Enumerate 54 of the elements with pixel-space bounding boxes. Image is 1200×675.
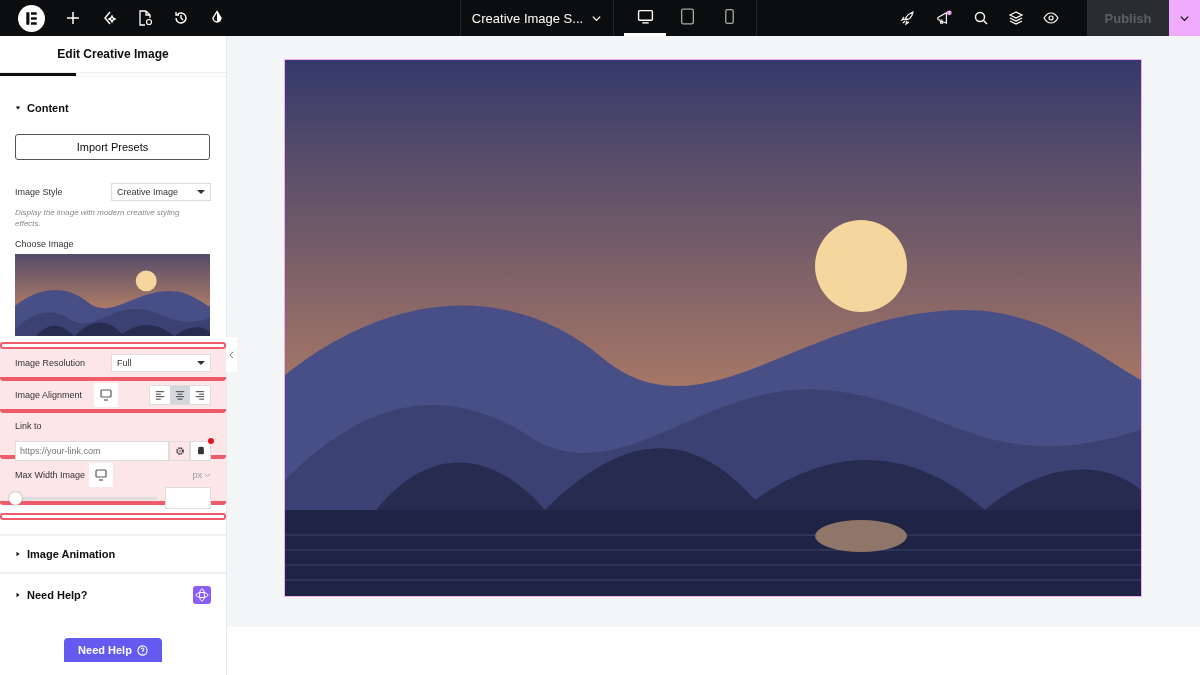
field-label: Image Resolution — [15, 358, 86, 368]
history-icon[interactable] — [173, 10, 189, 26]
layers-icon[interactable] — [1008, 10, 1024, 26]
caret-right-icon — [15, 551, 21, 557]
gear-icon — [174, 446, 185, 456]
align-center-icon — [175, 390, 185, 400]
align-right-icon — [195, 390, 205, 400]
field-label: Max Width Image — [15, 470, 86, 480]
section-header[interactable]: Need Help? — [0, 572, 226, 616]
field-label: Link to — [15, 421, 42, 431]
caret-right-icon — [15, 592, 21, 598]
section-header[interactable]: Image Animation — [0, 534, 226, 572]
chevron-down-icon — [204, 471, 211, 479]
atom-icon[interactable] — [193, 586, 211, 604]
link-input-field[interactable]: https://your-link.com — [15, 441, 169, 461]
sparkle-icon[interactable] — [101, 10, 117, 26]
page-settings-icon[interactable] — [137, 10, 153, 26]
database-icon — [195, 446, 206, 456]
tablet-icon — [678, 8, 696, 25]
notification-dot-icon — [208, 438, 214, 444]
align-left-button[interactable] — [150, 386, 170, 404]
logo-icon[interactable] — [18, 4, 45, 32]
desktop-icon — [636, 8, 654, 25]
desktop-icon[interactable] — [89, 463, 114, 487]
align-center-button[interactable] — [170, 386, 190, 404]
search-icon[interactable] — [973, 10, 989, 26]
megaphone-icon[interactable] — [935, 9, 954, 27]
slider-handle[interactable] — [9, 491, 22, 505]
image-resolution-select[interactable]: Full — [111, 354, 211, 372]
document-title-button[interactable]: Creative Image S... — [461, 0, 613, 36]
panel-title: Edit Creative Image — [56, 46, 170, 63]
need-help-button[interactable]: Need Help — [64, 638, 162, 662]
caret-down-icon — [15, 105, 21, 111]
align-right-button[interactable] — [190, 386, 210, 404]
chevron-left-icon — [229, 350, 234, 359]
drop-icon[interactable] — [209, 10, 225, 26]
image-style-select[interactable]: Creative Image — [111, 183, 211, 201]
section-header[interactable]: Content — [0, 77, 226, 126]
import-presets-button[interactable]: Import Presets — [15, 134, 210, 160]
field-label: Choose Image — [15, 239, 75, 249]
dynamic-tags-button[interactable] — [190, 441, 211, 461]
align-left-icon — [155, 390, 165, 400]
eye-icon[interactable] — [1043, 10, 1059, 26]
field-label: Image Alignment — [15, 390, 83, 400]
plus-icon[interactable] — [65, 10, 81, 26]
field-label: Image Style — [15, 187, 63, 197]
question-icon — [136, 644, 148, 656]
rocket-icon[interactable] — [900, 10, 916, 26]
caret-down-icon — [197, 188, 205, 196]
settings-button[interactable] — [169, 441, 190, 461]
caret-down-icon — [197, 359, 205, 367]
desktop-icon[interactable] — [94, 383, 119, 407]
help-text: Display the image with modern creative styling effects. — [15, 207, 181, 229]
number-input-field[interactable] — [165, 487, 211, 509]
